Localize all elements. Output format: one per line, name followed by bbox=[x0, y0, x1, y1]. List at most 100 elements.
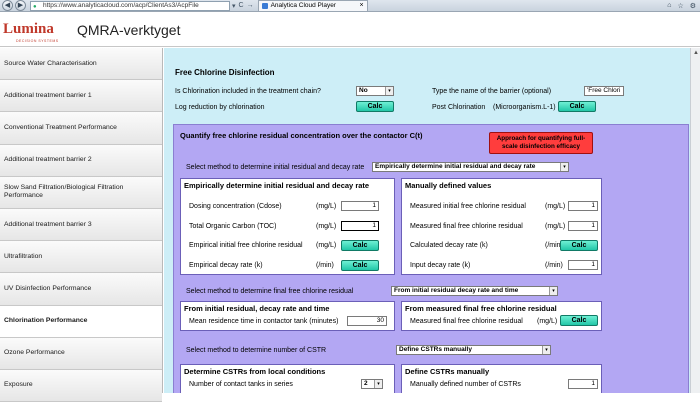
measured-initial-unit: (mg/L) bbox=[545, 203, 566, 210]
manual-box: Manually defined values Measured initial… bbox=[401, 178, 602, 275]
lumina-logo-subtitle: DECISION SYSTEMS bbox=[16, 39, 59, 43]
sidebar-item-chlorination[interactable]: Chlorination Performance bbox=[0, 305, 162, 338]
log-reduction-label: Log reduction by chlorination bbox=[175, 104, 265, 111]
back-button[interactable]: ◀ bbox=[2, 0, 13, 11]
empirical-initial-residual-label: Empirical initial free chlorine residual bbox=[189, 242, 303, 249]
log-reduction-calc-button[interactable]: Calc bbox=[356, 101, 394, 112]
app-header: Lumina DECISION SYSTEMS QMRA-verktyget bbox=[0, 13, 700, 47]
chevron-down-icon: ▾ bbox=[374, 380, 382, 388]
measured-final-input[interactable]: 1 bbox=[568, 221, 598, 231]
from-measured-unit: (mg/L) bbox=[537, 318, 558, 325]
input-decay-input[interactable]: 1 bbox=[568, 260, 598, 270]
tab-title: Analytica Cloud Player bbox=[270, 2, 336, 9]
forward-button[interactable]: ▶ bbox=[15, 0, 26, 11]
lumina-logo: Lumina bbox=[3, 21, 54, 37]
chevron-down-icon: ▾ bbox=[385, 87, 393, 95]
empirical-decay-rate-unit: (/min) bbox=[316, 262, 334, 269]
sidebar-item-barrier-3[interactable]: Additional treatment barrier 3 bbox=[0, 208, 162, 242]
empirical-decay-rate-calc-button[interactable]: Calc bbox=[341, 260, 379, 271]
chlorination-question-label: Is Chlorination included in the treatmen… bbox=[175, 88, 321, 95]
page-title: Free Chlorine Disinfection bbox=[175, 68, 275, 77]
method-residual-select[interactable]: Empirically determine initial residual a… bbox=[372, 162, 569, 172]
sidebar-item-ultrafiltration[interactable]: Ultrafiltration bbox=[0, 241, 162, 274]
main-panel: Free Chlorine Disinfection Is Chlorinati… bbox=[164, 48, 700, 393]
from-initial-box-title: From initial residual, decay rate and ti… bbox=[184, 304, 330, 313]
sidebar-item-barrier-1[interactable]: Additional treatment barrier 1 bbox=[0, 80, 162, 113]
from-measured-calc-button[interactable]: Calc bbox=[560, 315, 598, 326]
dropdown-icon[interactable]: ▾ bbox=[232, 2, 236, 10]
measured-initial-label: Measured initial free chlorine residual bbox=[410, 203, 526, 210]
sidebar-item-source-water[interactable]: Source Water Characterisation bbox=[0, 48, 162, 81]
post-chlorination-label: Post Chlorination bbox=[432, 104, 486, 111]
from-initial-box: From initial residual, decay rate and ti… bbox=[180, 301, 395, 331]
browser-tab[interactable]: Analytica Cloud Player × bbox=[257, 0, 368, 11]
method-residual-label: Select method to determine initial resid… bbox=[186, 164, 365, 171]
calculated-decay-label: Calculated decay rate (k) bbox=[410, 242, 488, 249]
refresh-icon[interactable]: C bbox=[239, 2, 244, 10]
barrier-name-label: Type the name of the barrier (optional) bbox=[432, 88, 552, 95]
cstr-local-box: Determine CSTRs from local conditions Nu… bbox=[180, 364, 395, 393]
scroll-up-icon[interactable]: ▲ bbox=[692, 49, 700, 57]
chevron-down-icon: ▾ bbox=[560, 163, 568, 171]
address-controls: ▾ C → bbox=[232, 2, 254, 10]
empirical-box-title: Empirically determine initial residual a… bbox=[184, 181, 370, 190]
method-final-value: From initial residual decay rate and tim… bbox=[394, 287, 519, 294]
manual-cstr-label: Manually defined number of CSTRs bbox=[410, 381, 521, 388]
residence-time-input[interactable]: 30 bbox=[347, 316, 387, 326]
lock-icon: ● bbox=[33, 3, 37, 10]
address-bar[interactable]: ● https://www.analyticacloud.com/acp/Cli… bbox=[30, 0, 230, 11]
sidebar: Source Water Characterisation Additional… bbox=[0, 48, 163, 402]
measured-initial-input[interactable]: 1 bbox=[568, 201, 598, 211]
empirical-box: Empirically determine initial residual a… bbox=[180, 178, 395, 275]
empirical-decay-rate-label: Empirical decay rate (k) bbox=[189, 262, 263, 269]
vertical-scrollbar[interactable]: ▲ bbox=[690, 48, 700, 393]
gear-icon[interactable]: ⚙ bbox=[690, 2, 696, 10]
sidebar-item-ozone[interactable]: Ozone Performance bbox=[0, 337, 162, 370]
dosing-concentration-unit: (mg/L) bbox=[316, 203, 337, 210]
address-url: https://www.analyticacloud.com/acp/Clien… bbox=[43, 1, 199, 9]
method-cstr-value: Define CSTRs manually bbox=[399, 346, 472, 353]
contact-tanks-value: 2 bbox=[364, 380, 368, 387]
input-decay-label: Input decay rate (k) bbox=[410, 262, 471, 269]
browser-toolbar: ◀ ▶ ● https://www.analyticacloud.com/acp… bbox=[0, 0, 700, 12]
method-residual-value: Empirically determine initial residual a… bbox=[375, 163, 536, 170]
sidebar-item-exposure[interactable]: Exposure bbox=[0, 369, 162, 402]
app-title: QMRA-verktyget bbox=[77, 22, 181, 38]
chlorination-included-value: No bbox=[359, 87, 368, 94]
favorites-star-icon[interactable]: ☆ bbox=[677, 2, 683, 10]
dosing-concentration-input[interactable]: 1 bbox=[341, 201, 379, 211]
favicon-icon bbox=[261, 3, 268, 9]
toc-input[interactable]: 1 bbox=[341, 221, 379, 231]
empirical-initial-residual-calc-button[interactable]: Calc bbox=[341, 240, 379, 251]
method-cstr-select[interactable]: Define CSTRs manually ▾ bbox=[396, 345, 551, 355]
sidebar-item-barrier-2[interactable]: Additional treatment barrier 2 bbox=[0, 144, 162, 177]
toc-label: Total Organic Carbon (TOC) bbox=[189, 223, 277, 230]
from-measured-label: Measured final free chlorine residual bbox=[410, 318, 523, 325]
chlorination-included-select[interactable]: No ▾ bbox=[356, 86, 394, 96]
barrier-name-input[interactable]: 'Free Chlori bbox=[584, 86, 624, 96]
sidebar-item-conventional[interactable]: Conventional Treatment Performance bbox=[0, 112, 162, 145]
dosing-concentration-label: Dosing concentration (Cdose) bbox=[189, 203, 282, 210]
measured-final-unit: (mg/L) bbox=[545, 223, 566, 230]
manual-box-title: Manually defined values bbox=[405, 181, 492, 190]
quantify-title: Quantify free chlorine residual concentr… bbox=[180, 131, 423, 140]
cstr-local-box-title: Determine CSTRs from local conditions bbox=[184, 367, 326, 376]
cstr-manual-box: Define CSTRs manually Manually defined n… bbox=[401, 364, 602, 393]
sidebar-item-slow-sand[interactable]: Slow Sand Filtration/Biological Filtrati… bbox=[0, 176, 162, 209]
chevron-down-icon: ▾ bbox=[549, 287, 557, 295]
home-icon[interactable]: ⌂ bbox=[667, 2, 671, 10]
cstr-manual-box-title: Define CSTRs manually bbox=[405, 367, 490, 376]
go-icon[interactable]: → bbox=[247, 2, 254, 10]
approach-button[interactable]: Approach for quantifying full-scale disi… bbox=[489, 132, 593, 154]
contact-tanks-select[interactable]: 2 ▾ bbox=[361, 379, 383, 389]
from-measured-box: From measured final free chlorine residu… bbox=[401, 301, 602, 331]
close-tab-icon[interactable]: × bbox=[359, 1, 363, 11]
sidebar-item-uv[interactable]: UV Disinfection Performance bbox=[0, 273, 162, 306]
calculated-decay-calc-button[interactable]: Calc bbox=[560, 240, 598, 251]
manual-cstr-input[interactable]: 1 bbox=[568, 379, 598, 389]
post-chlorination-unit: (Microorganism.L-1) bbox=[493, 104, 556, 111]
post-chlorination-calc-button[interactable]: Calc bbox=[558, 101, 596, 112]
method-final-select[interactable]: From initial residual decay rate and tim… bbox=[391, 286, 558, 296]
browser-window-controls: ⌂ ☆ ⚙ bbox=[667, 2, 700, 10]
contact-tanks-label: Number of contact tanks in series bbox=[189, 381, 293, 388]
